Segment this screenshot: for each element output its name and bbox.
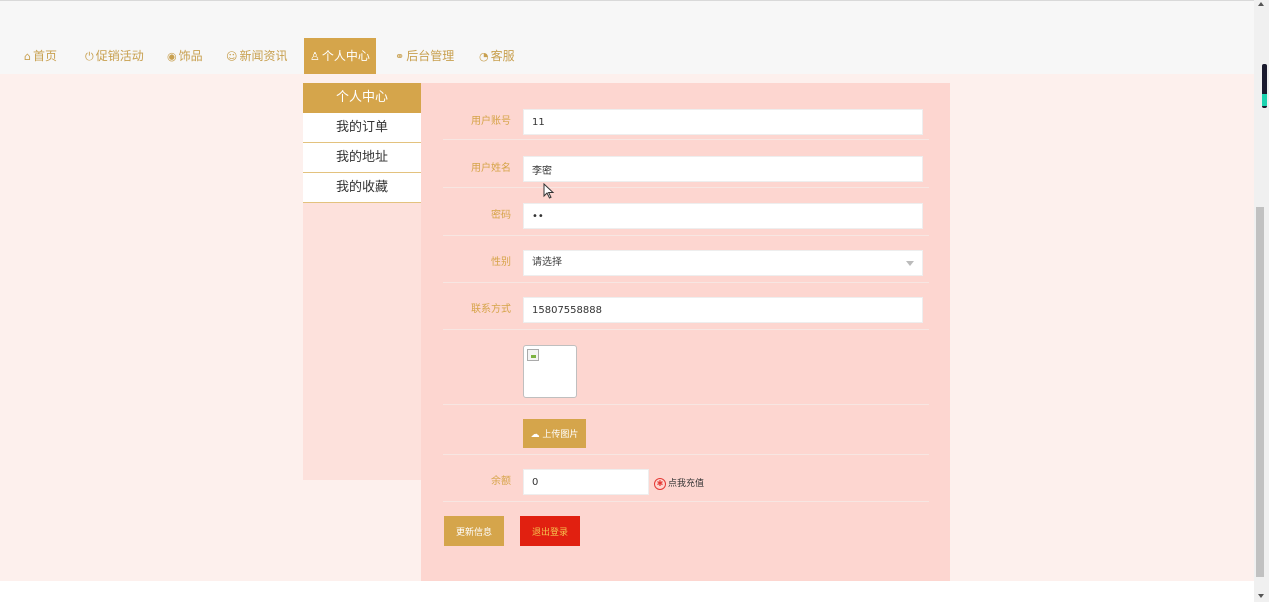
form-row-gender: 性别 请选择 [443,250,929,283]
profile-form: 用户账号 用户姓名 密码 性别 请选择 联系方式 ☁ 上传图片 余额 ✱点我充值… [421,83,950,581]
nav-item-jewelry[interactable]: ◉ 饰品 [167,38,203,74]
form-row-upload [443,405,929,455]
contact-input[interactable] [523,297,923,323]
account-label: 用户账号 [471,116,511,127]
nav-item-customer-service[interactable]: ◔ 客服 [479,38,515,74]
form-row-name: 用户姓名 [443,156,929,188]
sidebar-item-address[interactable]: 我的地址 [303,143,421,173]
scroll-thumb[interactable] [1256,207,1264,577]
nav-item-promotions[interactable]: ⏻ 促销活动 [85,38,144,74]
contact-label: 联系方式 [471,304,511,315]
top-border [0,0,1256,1]
upload-image-button[interactable]: ☁ 上传图片 [523,419,586,448]
home-icon: ⌂ [24,50,31,63]
power-icon: ⏻ [85,50,94,63]
avatar-preview [523,345,577,398]
gem-icon: ◉ [167,50,177,63]
logout-button[interactable]: 退出登录 [520,516,580,546]
upload-label: 上传图片 [542,430,579,440]
personal-sidebar: 个人中心 我的订单 我的地址 我的收藏 [303,83,421,480]
nav-label: 饰品 [178,49,203,63]
recharge-label: 点我充值 [668,479,705,489]
gender-select[interactable]: 请选择 [523,250,923,276]
recharge-link[interactable]: ✱ 点我充值 [654,476,704,490]
account-input[interactable] [523,109,923,135]
nav-item-home[interactable]: ⌂ 首页 [24,38,57,74]
form-row-account: 用户账号 [443,109,929,140]
sidebar-item-orders[interactable]: 我的订单 [303,113,421,143]
cloud-upload-icon: ☁ [530,430,540,440]
nav-item-news[interactable]: ☺ 新闻资讯 [226,38,287,74]
news-icon: ☺ [226,50,238,63]
form-row-password: 密码 [443,203,929,236]
balance-input[interactable] [523,469,649,495]
nav-item-personal-center[interactable]: ♙ 个人中心 [304,38,376,74]
chevron-down-icon [906,261,914,266]
nav-label: 首页 [32,49,57,63]
nav-label: 新闻资讯 [239,49,288,63]
gender-selected-value: 请选择 [532,257,562,268]
main-nav: ⌂ 首页 ⏻ 促销活动 ◉ 饰品 ☺ 新闻资讯 ♙ 个人中心 ⚭ 后台管理 ◔ 客服 [0,38,1254,74]
password-input[interactable] [523,203,923,229]
update-info-button[interactable]: 更新信息 [444,516,504,546]
scroll-up-icon[interactable] [1258,2,1264,6]
side-widget-icon[interactable] [1262,64,1267,108]
name-input[interactable] [523,156,923,182]
nav-label: 客服 [490,49,515,63]
footer-strip [0,581,1254,602]
recharge-icon: ✱ [654,477,666,490]
gender-label: 性别 [491,257,511,268]
chat-icon: ◔ [479,50,489,63]
nav-label: 个人中心 [321,49,370,63]
password-label: 密码 [491,210,511,221]
nav-label: 促销活动 [95,49,144,63]
sidebar-title: 个人中心 [303,83,421,113]
sidebar-item-favorites[interactable]: 我的收藏 [303,173,421,203]
broken-image-icon [527,349,539,361]
nav-label: 后台管理 [406,49,455,63]
balance-label: 余额 [491,476,511,487]
link-icon: ⚭ [395,50,405,63]
name-label: 用户姓名 [471,163,511,174]
mouse-cursor-icon [543,183,555,199]
user-icon: ♙ [310,50,320,63]
nav-item-admin[interactable]: ⚭ 后台管理 [395,38,454,74]
scroll-down-icon[interactable] [1258,594,1264,598]
form-row-avatar [443,330,929,405]
form-row-contact: 联系方式 [443,297,929,330]
